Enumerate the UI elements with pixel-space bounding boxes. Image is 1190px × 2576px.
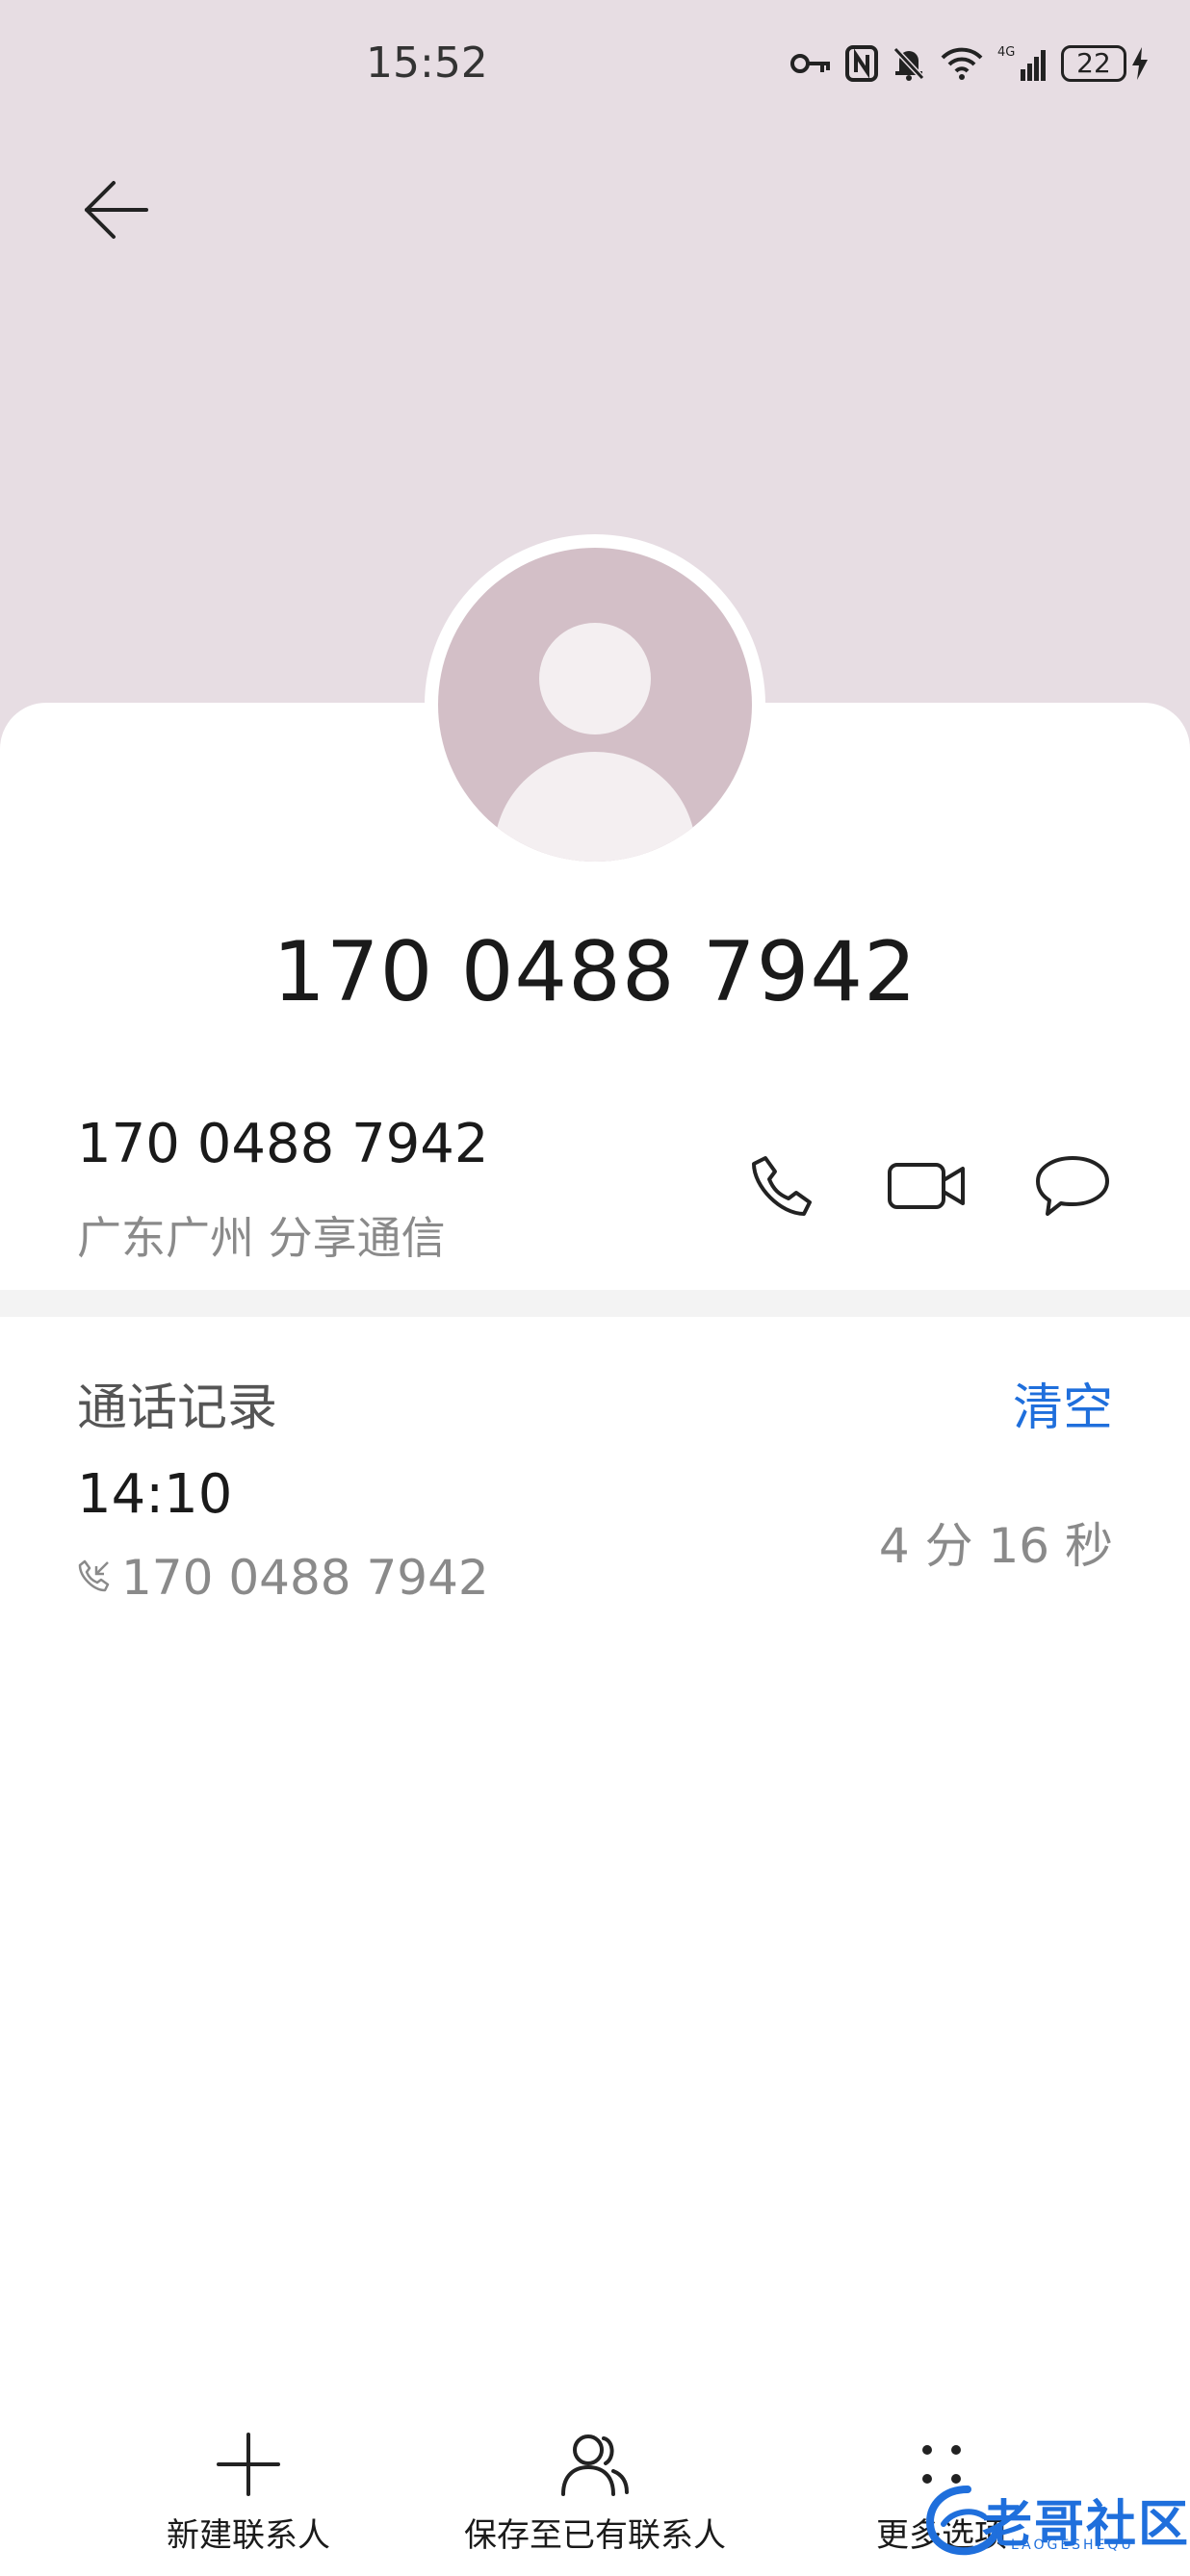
watermark-logo: 老哥社区 LAOGESHEQU [924, 2474, 1188, 2561]
battery-indicator: 22 [1061, 45, 1150, 82]
number-entry-number: 170 0488 7942 [77, 1113, 489, 1175]
incoming-call-icon [77, 1558, 112, 1597]
message-button[interactable] [1032, 1147, 1113, 1228]
number-entry-row[interactable]: 170 0488 7942 广东广州 分享通信 [77, 1107, 1113, 1271]
contacts-icon [556, 2426, 634, 2503]
battery-level: 22 [1061, 45, 1126, 82]
avatar-head [539, 623, 651, 734]
call-button[interactable] [741, 1147, 822, 1228]
avatar [438, 548, 752, 862]
video-call-button[interactable] [886, 1147, 967, 1228]
plus-icon [210, 2426, 287, 2503]
status-time: 15:52 [366, 39, 488, 88]
call-number: 170 0488 7942 [121, 1550, 489, 1606]
number-entry-location: 广东广州 分享通信 [77, 1212, 446, 1264]
nfc-icon [845, 45, 878, 82]
call-history-row[interactable]: 14:10 170 0488 7942 4 分 16 秒 [77, 1463, 1113, 1627]
message-icon [1034, 1152, 1111, 1224]
arrow-left-icon [81, 179, 150, 245]
new-contact-label: 新建联系人 [167, 2516, 330, 2555]
back-button[interactable] [67, 164, 164, 260]
call-time: 14:10 [77, 1463, 233, 1526]
section-divider [0, 1290, 1190, 1317]
avatar-body [494, 752, 696, 862]
call-duration: 4 分 16 秒 [878, 1518, 1113, 1574]
call-history-title: 通话记录 [77, 1379, 278, 1437]
status-bar: 15:52 4G 22 [0, 0, 1190, 135]
contact-title-number: 170 0488 7942 [272, 924, 918, 1020]
phone-icon [748, 1152, 815, 1224]
watermark-sub: LAOGESHEQU [1011, 2537, 1134, 2553]
wifi-icon [940, 46, 984, 81]
status-icons: 4G 22 [789, 39, 1150, 89]
save-to-existing-contact-label: 保存至已有联系人 [464, 2516, 726, 2555]
svg-text:4G: 4G [997, 45, 1015, 60]
mute-bell-icon [892, 45, 926, 82]
charging-bolt-icon [1130, 46, 1150, 81]
call-sub-row: 170 0488 7942 [77, 1550, 489, 1606]
vpn-key-icon [789, 49, 832, 78]
clear-history-button[interactable]: 清空 [1013, 1367, 1113, 1439]
video-call-icon [886, 1157, 967, 1219]
save-to-existing-contact-button[interactable]: 保存至已有联系人 [431, 2416, 759, 2570]
new-contact-button[interactable]: 新建联系人 [85, 2416, 412, 2570]
cellular-signal-icon: 4G [997, 44, 1048, 83]
